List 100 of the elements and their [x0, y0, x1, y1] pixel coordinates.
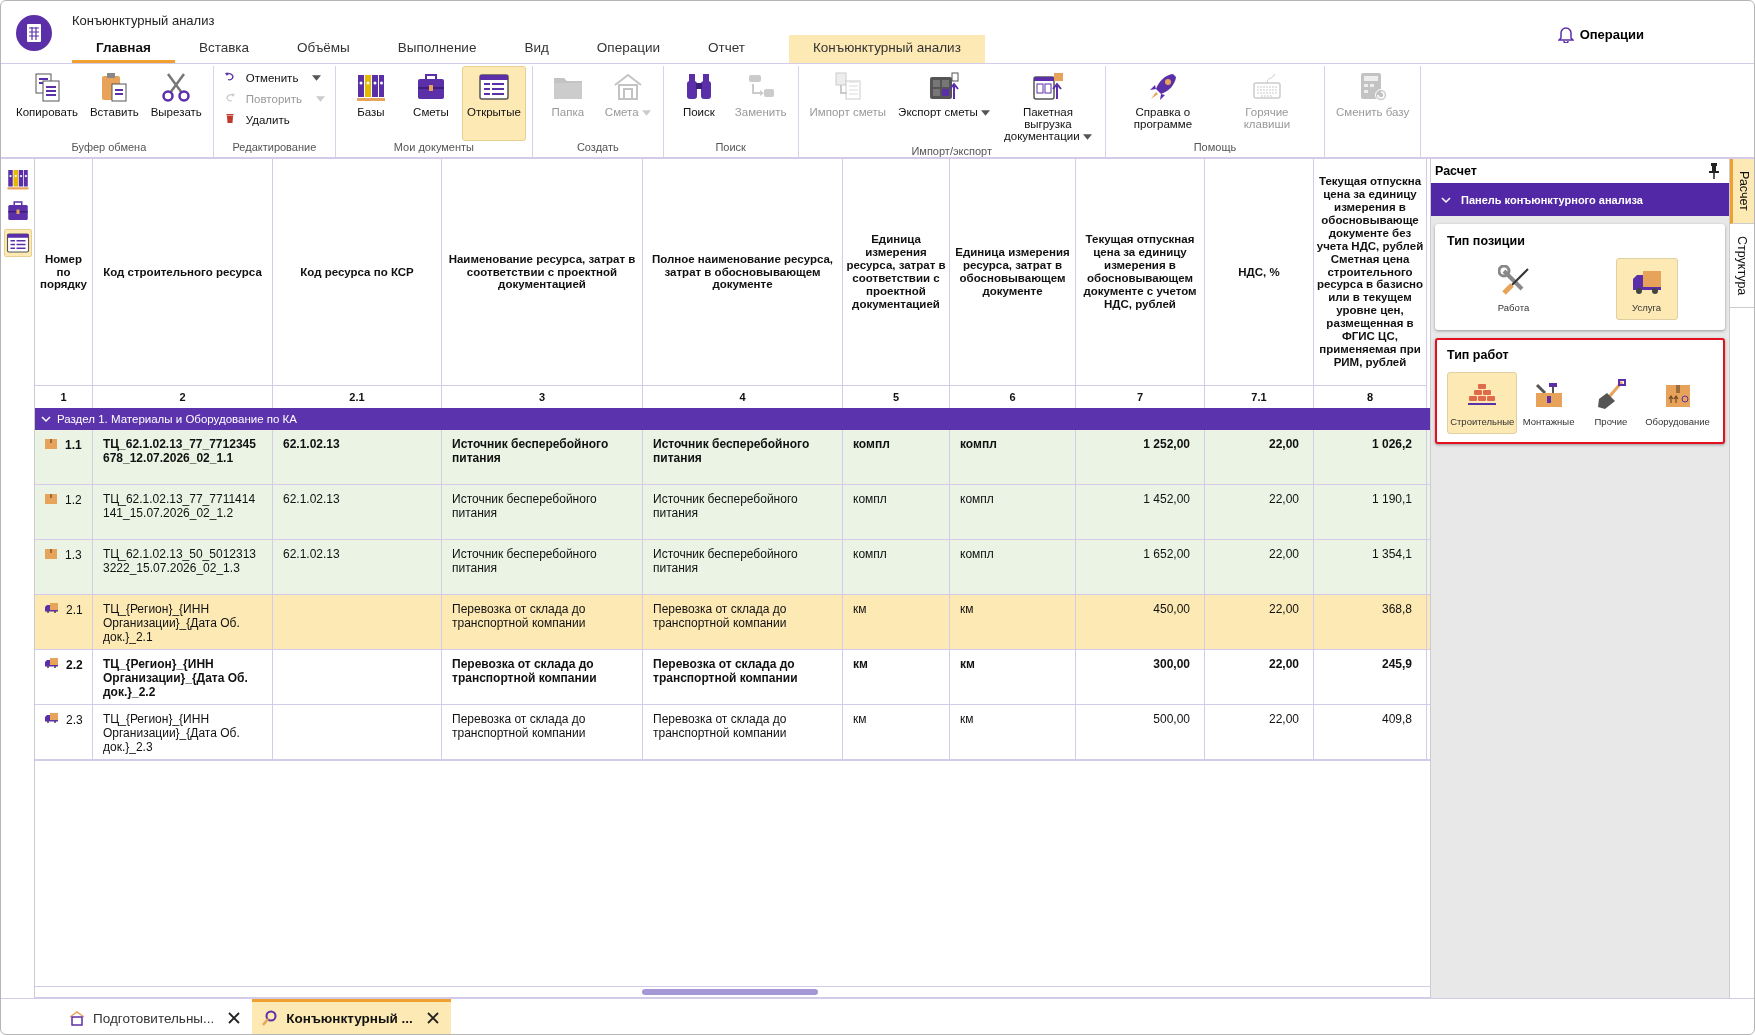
table-cell: компл — [843, 485, 950, 539]
table-cell: Источник бесперебойного питания — [442, 430, 643, 484]
column-header: Единица измерения ресурса, затрат в обосновывающем документе — [950, 159, 1076, 386]
panel-section-header[interactable]: Панель конъюнктурного анализа — [1431, 183, 1729, 216]
ribbon-button[interactable]: Справка о программе — [1111, 66, 1214, 141]
ribbon-button[interactable]: Удалить — [219, 110, 329, 130]
column-header: Текущая отпускная цена за единицу измерения в обосновывающем документе с учетом НДС, рублей — [1076, 159, 1205, 386]
ribbon-button[interactable]: Сметы — [401, 66, 460, 141]
scrollbar-thumb[interactable] — [642, 989, 818, 995]
table-cell: Перевозка от склада до транспортной компании — [442, 705, 643, 759]
table-cell: 409,8 — [1314, 705, 1427, 759]
ribbon-button[interactable]: Отменить — [219, 68, 329, 88]
notifications-label[interactable]: Операции — [1579, 26, 1644, 42]
caret-icon — [641, 110, 651, 116]
ribbon-button[interactable]: Открытые — [461, 66, 526, 141]
menu-tab[interactable]: Вставка — [174, 35, 274, 63]
caret-icon — [980, 110, 990, 116]
documents-folder-icon — [1031, 71, 1064, 103]
row-number: 2.1 — [66, 603, 83, 617]
option-button[interactable]: Услуга — [1615, 258, 1678, 320]
group-label: Мои документы — [392, 141, 475, 155]
caret-icon — [315, 96, 325, 102]
table-cell: км — [843, 595, 950, 649]
table-cell: 1 452,00 — [1076, 485, 1205, 539]
menu-tab[interactable]: Выполнение — [373, 35, 501, 63]
column-header: Единица измерения ресурса, затрат в соответствии с проектной документацией — [843, 159, 950, 386]
table-cell: Перевозка от склада до транспортной компании — [442, 650, 643, 704]
table-cell: 300,00 — [1076, 650, 1205, 704]
table-cell: Перевозка от склада до транспортной компании — [643, 595, 843, 649]
row-number: 2.2 — [66, 658, 83, 672]
option-button[interactable]: Оборудование — [1642, 372, 1713, 434]
document-tab[interactable]: Конъюнктурный ... — [252, 999, 451, 1034]
ribbon-button[interactable]: Копировать — [11, 66, 83, 141]
table-row[interactable]: 1.3 ТЦ_62.1.02.13_50_50123133222_15.07.2026_02_1.3 62.1.02.13 Источник бесперебойного питания Источник бесперебойного питания компл компл 1 652,00 22,00 1 354,1 — [35, 540, 1430, 595]
table-cell: ТЦ_{Регион}_{ИНН Организации}_{Дата Об. док.}_2.1 — [93, 595, 273, 649]
box-icon — [45, 548, 57, 560]
table-row[interactable]: 1.1 ТЦ_62.1.02.13_77_7712345678_12.07.2026_02_1.1 62.1.02.13 Источник бесперебойного питания Источник бесперебойного питания компл компл 1 252,00 22,00 1 026,2 — [35, 430, 1430, 485]
group-label: Буфер обмена — [70, 141, 148, 155]
menu-tab[interactable]: Конъюнктурный анализ — [788, 35, 985, 63]
truck-icon — [45, 713, 58, 723]
table-cell: 22,00 — [1205, 430, 1314, 484]
scissors-icon — [160, 71, 193, 103]
table-cell: 22,00 — [1205, 540, 1314, 594]
section-row[interactable]: Раздел 1. Материалы и Оборудование по КА — [35, 408, 1430, 430]
ribbon-button[interactable]: Поиск — [669, 66, 728, 141]
table-cell: 1 252,00 — [1076, 430, 1205, 484]
column-header: Номер по порядку — [35, 159, 93, 386]
table-row[interactable]: 1.2 ТЦ_62.1.02.13_77_7711414141_15.07.2026_02_1.2 62.1.02.13 Источник бесперебойного питания Источник бесперебойного питания компл компл 1 452,00 22,00 1 190,1 — [35, 485, 1430, 540]
menu-tab[interactable]: Главная — [72, 35, 175, 63]
table-cell: 62.1.02.13 — [273, 430, 442, 484]
table-cell: 62.1.02.13 — [273, 485, 442, 539]
table-row[interactable]: 2.3 ТЦ_{Регион}_{ИНН Организации}_{Дата Об. док.}_2.3 Перевозка от склада до транспортной компании Перевозка от склада до транспортной компании км км 500,00 22,00 409,8 — [35, 705, 1430, 760]
table-row[interactable]: 2.2 ТЦ_{Регион}_{ИНН Организации}_{Дата Об. док.}_2.2 Перевозка от склада до транспортной компании Перевозка от склада до транспортной компании км км 300,00 22,00 245,9 — [35, 650, 1430, 705]
table-cell: компл — [843, 430, 950, 484]
menu-tab[interactable]: Вид — [500, 35, 573, 63]
window-list-icon — [477, 71, 510, 103]
caret-icon — [1082, 134, 1092, 141]
close-button[interactable] — [424, 1010, 441, 1026]
column-header: НДС, % — [1205, 159, 1314, 386]
table-cell: км — [843, 705, 950, 759]
ribbon-button[interactable]: Вставить — [84, 66, 144, 141]
menu-tab[interactable]: Операции — [572, 35, 684, 63]
binders-icon — [5, 167, 30, 191]
option-button[interactable]: Прочие — [1579, 372, 1642, 434]
table-cell: Источник бесперебойного питания — [442, 540, 643, 594]
sidebar-button[interactable] — [3, 229, 32, 257]
app-title: Конъюнктурный анализ — [72, 13, 215, 28]
table-row[interactable]: 2.1 ТЦ_{Регион}_{ИНН Организации}_{Дата Об. док.}_2.1 Перевозка от склада до транспортной компании Перевозка от склада до транспортной компании км км 450,00 22,00 368,8 — [35, 595, 1430, 650]
table-cell: 1 354,1 — [1314, 540, 1427, 594]
ribbon-button[interactable]: Базы — [341, 66, 400, 141]
bell-icon — [1557, 25, 1574, 43]
table-cell: 1 652,00 — [1076, 540, 1205, 594]
close-icon — [426, 1012, 439, 1024]
menu-tab[interactable]: Объёмы — [273, 35, 374, 63]
option-button[interactable]: Монтажные — [1517, 372, 1580, 434]
truck-icon — [45, 658, 58, 668]
menu-tab[interactable]: Отчет — [684, 35, 769, 63]
ribbon-button[interactable]: Пакетная выгрузка документации — [996, 66, 1099, 146]
chevron-down-icon — [41, 414, 51, 424]
app-logo-icon — [16, 15, 52, 51]
table-cell: Перевозка от склада до транспортной компании — [442, 595, 643, 649]
table-cell: 22,00 — [1205, 595, 1314, 649]
group-label: Создать — [575, 141, 620, 155]
option-button[interactable]: Работа — [1482, 258, 1545, 320]
ribbon-button[interactable]: Экспорт сметы — [893, 66, 995, 146]
card-title: Тип позиции — [1447, 234, 1526, 248]
option-button[interactable]: Строительные — [1447, 372, 1518, 434]
close-button[interactable] — [226, 1010, 243, 1026]
section-title: Раздел 1. Материалы и Оборудование по КА — [57, 413, 297, 425]
table-cell: ТЦ_{Регион}_{ИНН Организации}_{Дата Об. док.}_2.3 — [93, 705, 273, 759]
table-cell: 1 026,2 — [1314, 430, 1427, 484]
table-cell: 62.1.02.13 — [273, 540, 442, 594]
pin-icon — [1709, 163, 1719, 179]
document-tab[interactable]: Подготовительны... — [59, 999, 253, 1034]
table-cell: Перевозка от склада до транспортной компании — [643, 650, 843, 704]
house-icon — [69, 1010, 85, 1026]
table-cell: ТЦ_62.1.02.13_77_7712345678_12.07.2026_02_1.1 — [93, 430, 273, 484]
table-cell: км — [843, 650, 950, 704]
ribbon-button[interactable]: Вырезать — [145, 66, 207, 141]
side-tab[interactable]: Расчет — [1730, 159, 1754, 224]
